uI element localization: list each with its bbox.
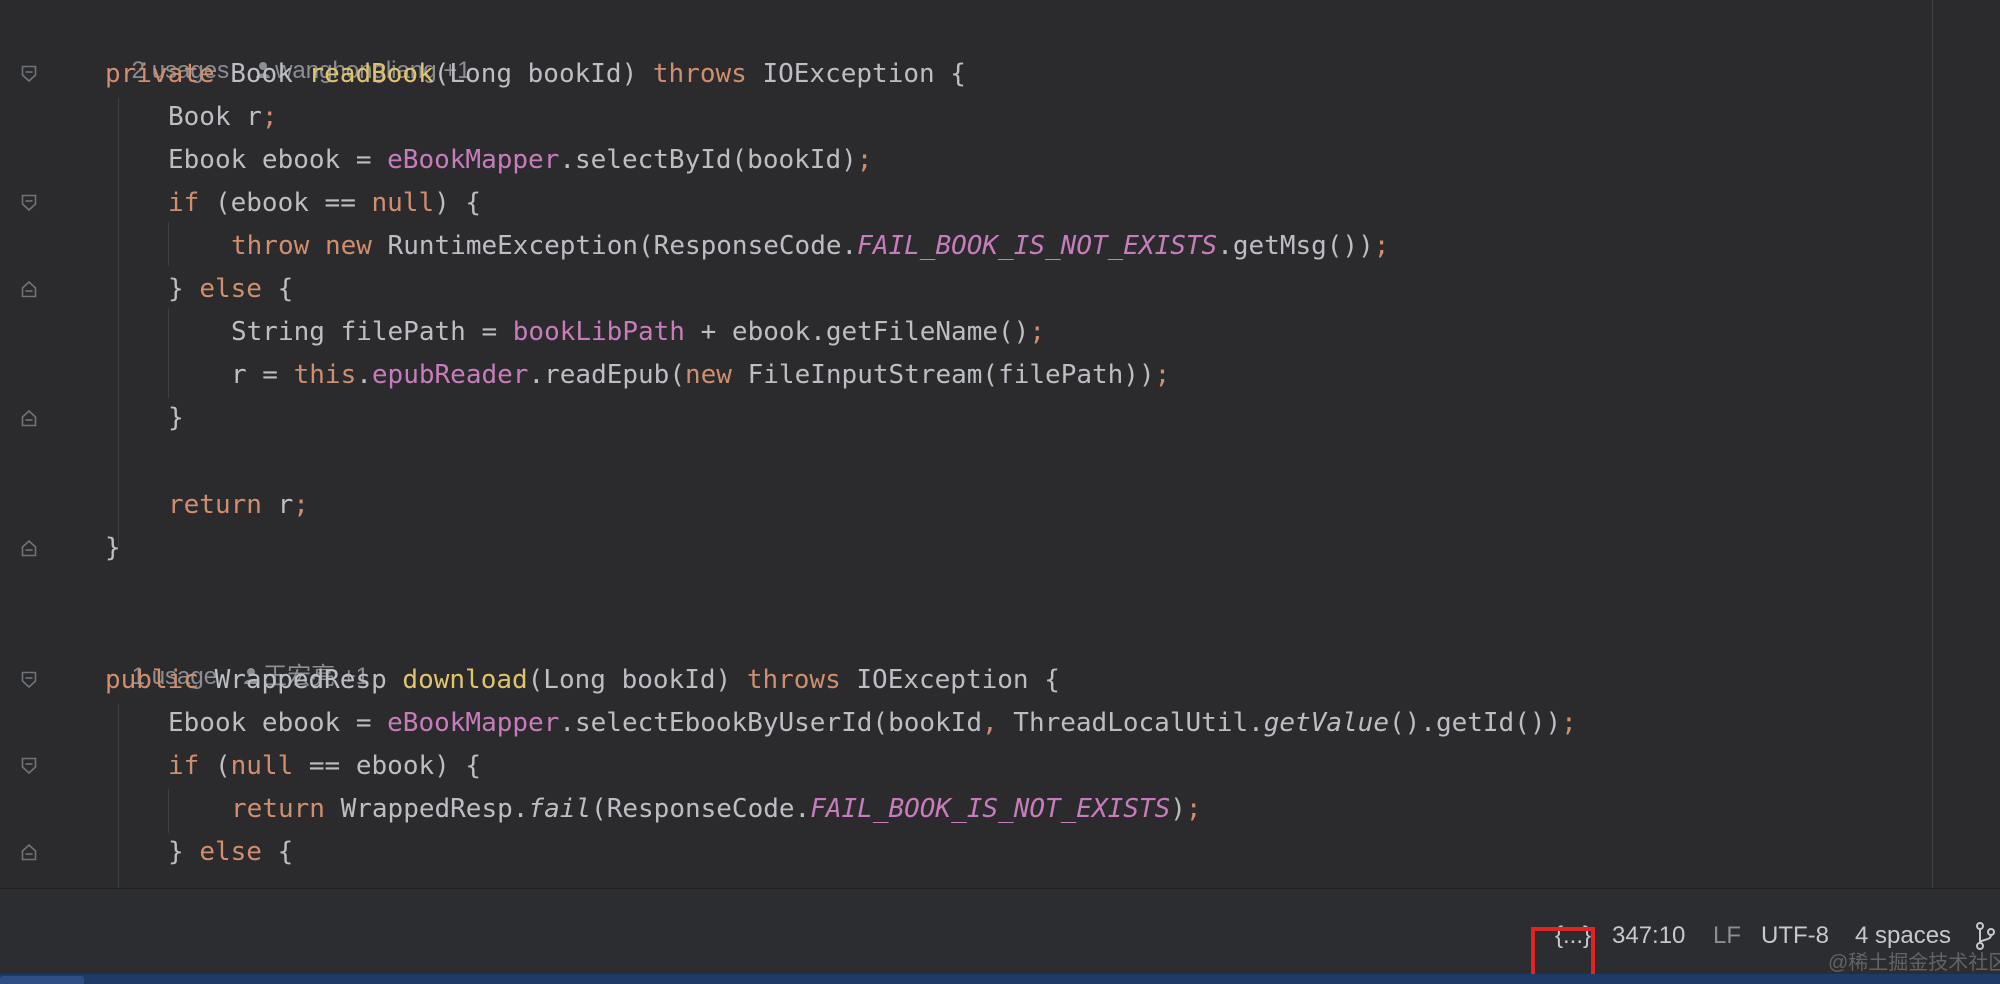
code-line[interactable]: private Book readBook(Long bookId) throw… [105, 53, 966, 96]
watermark: @稀土掘金技术社区 [1828, 952, 2000, 974]
code-line[interactable]: } else { [168, 831, 293, 874]
fold-open-icon[interactable] [21, 194, 37, 212]
code-line[interactable]: r = this.epubReader.readEpub(new FileInp… [231, 354, 1170, 397]
status-bar: {...} 347:10 LF UTF-8 4 spaces [0, 888, 2000, 975]
code-line[interactable]: String filePath = bookLibPath + ebook.ge… [231, 311, 1045, 354]
code-line[interactable]: Book r; [168, 96, 278, 139]
code-editor[interactable]: 2 usages wanghongliang +1 private Book re… [0, 0, 2000, 888]
editor-gutter [0, 0, 60, 888]
right-margin-guide [1932, 0, 1933, 888]
fold-close-icon[interactable] [21, 539, 37, 557]
usages-inlay[interactable]: 1 usage 王宏亮 +1 [105, 617, 369, 690]
code-line[interactable]: if (ebook == null) { [168, 182, 481, 225]
code-line[interactable]: if (null == ebook) { [168, 745, 481, 788]
line-separator[interactable]: LF [1713, 919, 1741, 953]
fold-close-icon[interactable] [21, 280, 37, 298]
code-line[interactable]: Ebook ebook = eBookMapper.selectById(boo… [168, 139, 872, 182]
code-line[interactable]: return WrappedResp.fail(ResponseCode.FAI… [231, 788, 1202, 831]
code-line[interactable]: throw new RuntimeException(ResponseCode.… [231, 225, 1389, 268]
fold-open-icon[interactable] [21, 757, 37, 775]
code-line[interactable]: return r; [168, 484, 309, 527]
code-line[interactable]: public WrappedResp download(Long bookId)… [105, 659, 1060, 702]
fold-open-icon[interactable] [21, 671, 37, 689]
taskbar-strip [0, 974, 2000, 984]
code-line[interactable]: } [105, 527, 121, 570]
code-line[interactable]: Ebook ebook = eBookMapper.selectEbookByU… [168, 702, 1577, 745]
taskbar-tab[interactable] [0, 976, 84, 984]
file-encoding[interactable]: UTF-8 [1761, 919, 1829, 953]
indent-guide [168, 308, 169, 398]
caret-position[interactable]: 347:10 [1612, 919, 1685, 953]
indent-guide [118, 98, 119, 547]
usages-inlay[interactable]: 2 usages wanghongliang +1 [105, 11, 471, 84]
indent-guide [168, 222, 169, 266]
fold-open-icon[interactable] [21, 65, 37, 83]
code-line[interactable]: } else { [168, 268, 293, 311]
code-line[interactable]: } [168, 397, 184, 440]
fold-close-icon[interactable] [21, 409, 37, 427]
fold-close-icon[interactable] [21, 843, 37, 861]
highlight-annotation [1531, 927, 1595, 981]
indent-guide [168, 789, 169, 833]
